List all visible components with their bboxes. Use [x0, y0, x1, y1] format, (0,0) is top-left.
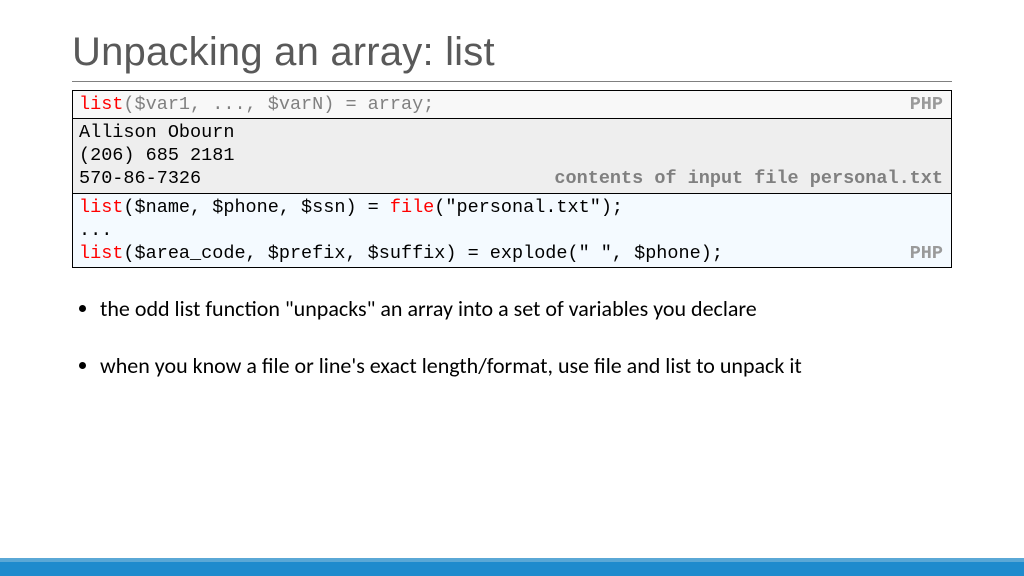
- lang-badge: PHP: [910, 242, 943, 265]
- footer-bar: [0, 558, 1024, 576]
- slide: Unpacking an array: list list($var1, ...…: [0, 0, 1024, 380]
- code-text: ...: [79, 220, 112, 241]
- file-contents-box: Allison Obourn (206) 685 2181 570-86-732…: [72, 119, 952, 193]
- code-text: ($var1, ..., $varN) = array;: [123, 94, 434, 115]
- code-box-example: list($name, $phone, $ssn) = file("person…: [72, 194, 952, 268]
- file-caption: contents of input file personal.txt: [554, 167, 943, 190]
- code-text: ($area_code, $prefix, $suffix) = explode…: [123, 243, 723, 264]
- bullet-list: the odd list function "unpacks" an array…: [72, 296, 952, 380]
- function-file: file: [390, 197, 434, 218]
- bullet-item: when you know a file or line's exact len…: [100, 353, 952, 380]
- file-line: Allison Obourn: [79, 122, 234, 143]
- keyword-list: list: [79, 94, 123, 115]
- code-text: ($name, $phone, $ssn) =: [123, 197, 389, 218]
- title-rule: [72, 81, 952, 82]
- code-text: ("personal.txt");: [434, 197, 623, 218]
- keyword-list: list: [79, 197, 123, 218]
- bullet-item: the odd list function "unpacks" an array…: [100, 296, 952, 323]
- file-line: (206) 685 2181: [79, 145, 234, 166]
- lang-badge: PHP: [910, 93, 943, 116]
- code-box-syntax: list($var1, ..., $varN) = array; PHP: [72, 90, 952, 119]
- file-line: 570-86-7326: [79, 168, 201, 189]
- keyword-list: list: [79, 243, 123, 264]
- slide-title: Unpacking an array: list: [72, 30, 952, 75]
